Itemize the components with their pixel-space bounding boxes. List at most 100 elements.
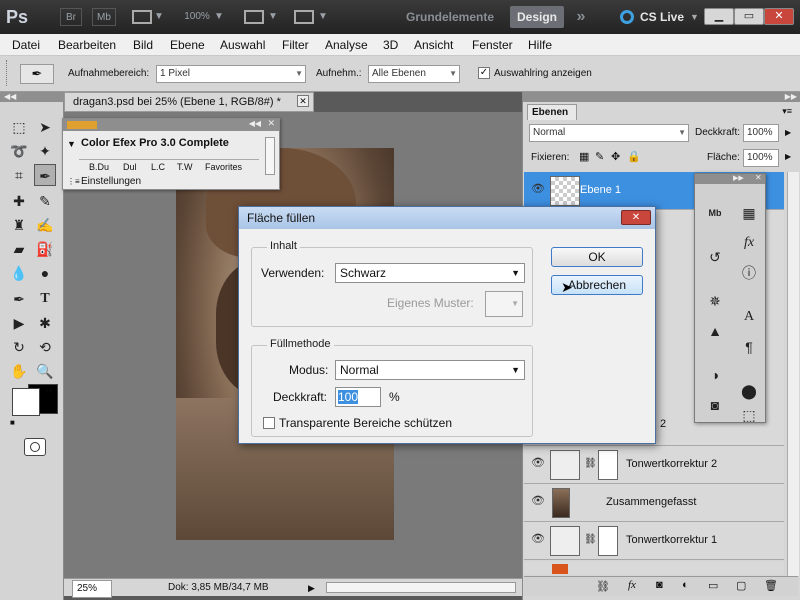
- trash-icon[interactable]: 🗑: [764, 579, 778, 592]
- move-icon[interactable]: ➤: [34, 116, 56, 138]
- collapse-icon[interactable]: ▶▶: [733, 174, 744, 182]
- opacity-field[interactable]: 100%: [743, 124, 779, 142]
- fx-icon[interactable]: fx: [628, 579, 636, 591]
- collapse-icon[interactable]: ◀◀: [249, 119, 261, 128]
- status-menu-icon[interactable]: ▶: [308, 580, 315, 596]
- 3d-icon[interactable]: ⬤: [737, 380, 761, 402]
- custom-shape-icon[interactable]: ✱: [34, 312, 56, 334]
- tab-lc[interactable]: L.C: [151, 162, 165, 172]
- character-icon[interactable]: A: [737, 306, 761, 328]
- dialog-titlebar[interactable]: Fläche füllen ✕: [239, 207, 655, 229]
- screen-mode-icon[interactable]: [294, 10, 314, 24]
- opacity-input[interactable]: 100: [335, 387, 381, 407]
- transform-icon[interactable]: ⬚: [737, 404, 761, 426]
- eyedropper-icon[interactable]: ✒: [20, 64, 54, 84]
- menu-auswahl[interactable]: Auswahl: [220, 38, 265, 52]
- adjustment-layer-icon[interactable]: ◐: [682, 579, 689, 591]
- new-group-icon[interactable]: ▭: [708, 579, 718, 592]
- foreground-color-swatch[interactable]: [12, 388, 40, 416]
- history-icon[interactable]: ↺: [703, 246, 727, 268]
- paragraph-icon[interactable]: ¶: [737, 336, 761, 358]
- history-brush-icon[interactable]: ✍: [34, 214, 56, 236]
- quick-mask-icon[interactable]: [24, 438, 46, 456]
- preserve-transparency-checkbox[interactable]: [263, 417, 275, 429]
- visibility-eye-icon[interactable]: 👁: [530, 532, 546, 548]
- chevron-down-icon[interactable]: ▼: [268, 8, 278, 26]
- more-workspaces-icon[interactable]: »: [570, 6, 592, 28]
- tab-favorites[interactable]: Favorites: [205, 162, 242, 172]
- menu-ebene[interactable]: Ebene: [170, 38, 205, 52]
- sampling-ring-checkbox[interactable]: ✓: [478, 67, 490, 79]
- sample-layers-select[interactable]: Alle Ebenen ▼: [368, 65, 460, 83]
- panel-header[interactable]: ◀◀ ✕: [63, 118, 279, 131]
- chevron-down-icon[interactable]: ▼: [154, 8, 164, 26]
- chevron-down-icon[interactable]: ▼: [67, 139, 76, 149]
- lock-transparent-icon[interactable]: ▦: [579, 150, 589, 163]
- blur-icon[interactable]: 💧: [8, 262, 30, 284]
- chevron-down-icon[interactable]: ▼: [690, 12, 699, 22]
- clone-stamp-icon[interactable]: ♜: [8, 214, 30, 236]
- tab-bdu[interactable]: B.Du: [89, 162, 109, 172]
- mini-bridge-button[interactable]: Mb: [92, 8, 116, 26]
- visibility-eye-icon[interactable]: 👁: [530, 182, 546, 198]
- crop-icon[interactable]: ⌗: [8, 164, 30, 186]
- collapse-icon[interactable]: ▶▶: [785, 92, 797, 101]
- close-icon[interactable]: ✕: [621, 210, 651, 225]
- path-selection-icon[interactable]: ▶: [8, 312, 30, 334]
- pattern-picker[interactable]: ▼: [485, 291, 523, 317]
- menu-3d[interactable]: 3D: [383, 38, 398, 52]
- eraser-icon[interactable]: ▰: [8, 238, 30, 260]
- tab-ebenen[interactable]: Ebenen: [527, 104, 577, 120]
- close-icon[interactable]: ✕: [267, 118, 275, 129]
- lock-image-icon[interactable]: ✎: [595, 150, 604, 163]
- default-colors-icon[interactable]: ■: [10, 418, 15, 427]
- panel-header[interactable]: ▶▶ ✕: [695, 173, 765, 184]
- fill-field[interactable]: 100%: [743, 149, 779, 167]
- opacity-slider-icon[interactable]: ▶: [785, 128, 791, 137]
- menu-bild[interactable]: Bild: [133, 38, 153, 52]
- view-extras-icon[interactable]: [132, 10, 152, 24]
- mini-bridge-icon[interactable]: Mb: [703, 202, 727, 224]
- horizontal-scrollbar[interactable]: [326, 582, 516, 593]
- link-layers-icon[interactable]: ⛓: [596, 580, 610, 593]
- adjustments-icon[interactable]: ◑: [703, 364, 727, 386]
- layer-row-tonwertkorrektur-1[interactable]: 👁 ⛓ Tonwertkorrektur 1: [524, 522, 784, 560]
- dodge-icon[interactable]: ●: [34, 262, 56, 284]
- mode-select[interactable]: Normal ▼: [335, 360, 525, 380]
- layer-row-partial[interactable]: [524, 562, 784, 574]
- minimize-button[interactable]: ▁: [704, 8, 734, 25]
- chevron-down-icon[interactable]: ▼: [318, 8, 328, 26]
- zoom-field[interactable]: 25%: [72, 580, 112, 598]
- workspace-design[interactable]: Design: [510, 6, 564, 28]
- panel-header[interactable]: ▶▶: [523, 92, 800, 102]
- tab-dul[interactable]: Dul: [123, 162, 137, 172]
- swap-colors-icon[interactable]: ↔: [44, 384, 54, 395]
- grip-icon[interactable]: ⋮≡: [67, 177, 80, 186]
- visibility-eye-icon[interactable]: 👁: [530, 456, 546, 472]
- document-tab[interactable]: dragan3.psd bei 25% (Ebene 1, RGB/8#) * …: [64, 92, 314, 112]
- chevron-down-icon[interactable]: ▼: [214, 8, 224, 26]
- styles-fx-icon[interactable]: fx: [737, 232, 761, 254]
- info-icon[interactable]: ⓘ: [737, 262, 761, 284]
- hand-icon[interactable]: ✋: [8, 360, 30, 382]
- menu-analyse[interactable]: Analyse: [325, 38, 368, 52]
- close-button[interactable]: ✕: [764, 8, 794, 25]
- workspace-grundelemente[interactable]: Grundelemente: [398, 6, 502, 28]
- zoom-icon[interactable]: 🔍: [34, 360, 56, 382]
- zoom-level[interactable]: 100%: [180, 8, 214, 26]
- layers-scrollbar[interactable]: [787, 172, 799, 576]
- settings-label[interactable]: Einstellungen: [81, 176, 141, 187]
- cs-live-label[interactable]: CS Live: [640, 10, 684, 24]
- grip-handle[interactable]: [6, 60, 9, 86]
- marquee-icon[interactable]: ⬚: [8, 116, 30, 138]
- menu-bearbeiten[interactable]: Bearbeiten: [58, 38, 116, 52]
- use-select[interactable]: Schwarz ▼: [335, 263, 525, 283]
- lock-position-icon[interactable]: ✥: [611, 150, 620, 163]
- healing-brush-icon[interactable]: ✚: [8, 190, 30, 212]
- panel-collapse-icon[interactable]: ◀◀: [0, 92, 64, 102]
- menu-ansicht[interactable]: Ansicht: [414, 38, 453, 52]
- blend-mode-select[interactable]: Normal ▼: [529, 124, 689, 142]
- swatches-icon[interactable]: ▦: [737, 202, 761, 224]
- arrange-documents-icon[interactable]: [244, 10, 264, 24]
- menu-filter[interactable]: Filter: [282, 38, 309, 52]
